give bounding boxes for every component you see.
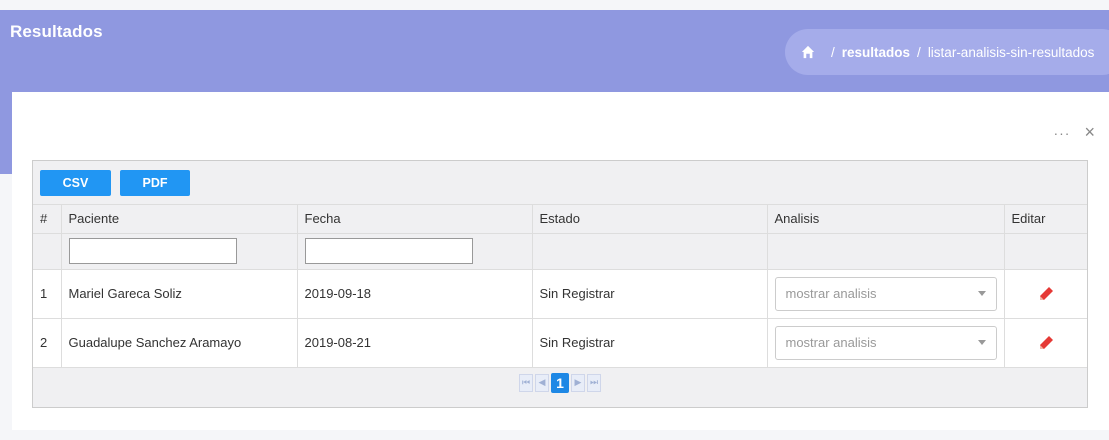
column-header-editar[interactable]: Editar [1004,205,1087,234]
paciente-filter-input[interactable] [68,238,237,264]
pdf-button[interactable]: PDF [120,169,190,196]
fecha-cell: 2019-08-21 [297,318,533,368]
filter-cell-empty [767,233,1005,270]
results-card: ··· × CSV PDF # Paciente Fecha Estado An… [12,92,1109,430]
estado-cell: Sin Registrar [532,318,768,368]
filter-cell-fecha [297,233,533,270]
current-page-button[interactable]: 1 [551,372,569,393]
breadcrumb-separator: / [917,44,921,60]
first-page-icon[interactable]: ⏮ [519,373,533,392]
edit-cell [1004,318,1087,368]
filter-cell-empty [1004,233,1087,270]
results-grid: CSV PDF # Paciente Fecha Estado Analisis… [32,160,1088,408]
csv-button[interactable]: CSV [40,169,111,196]
analisis-select[interactable]: mostrar analisis [774,276,997,311]
chevron-down-icon [977,291,986,296]
close-icon[interactable]: × [1084,122,1095,143]
filter-row [33,233,1087,270]
estado-cell: Sin Registrar [532,269,768,319]
breadcrumb-separator: / [831,44,835,60]
breadcrumb-current: listar-analisis-sin-resultados [927,44,1095,60]
analisis-select-placeholder: mostrar analisis [785,286,877,301]
analisis-select-placeholder: mostrar analisis [785,335,877,350]
results-table: # Paciente Fecha Estado Analisis Editar [33,205,1087,368]
breadcrumb: / resultados / listar-analisis-sin-resul… [785,29,1109,75]
analisis-cell: mostrar analisis [767,269,1005,319]
table-header-row: # Paciente Fecha Estado Analisis Editar [33,205,1087,234]
prev-page-icon[interactable]: ◀ [535,373,549,392]
breadcrumb-resultados[interactable]: resultados [842,45,910,60]
next-page-icon[interactable]: ▶ [571,373,585,392]
card-tools: ··· × [1053,122,1095,143]
column-header-analisis[interactable]: Analisis [767,205,1005,234]
table-row: 1 Mariel Gareca Soliz 2019-09-18 Sin Reg… [33,269,1087,319]
filter-cell-empty [532,233,768,270]
row-number: 1 [33,269,62,319]
paciente-cell: Mariel Gareca Soliz [61,269,298,319]
chevron-down-icon [977,340,986,345]
filter-cell-paciente [61,233,298,270]
last-page-icon[interactable]: ⏭ [587,373,601,392]
edit-pencil-icon[interactable] [1038,286,1054,302]
table-row: 2 Guadalupe Sanchez Aramayo 2019-08-21 S… [33,318,1087,368]
row-number: 2 [33,318,62,368]
analisis-cell: mostrar analisis [767,318,1005,368]
grid-toolbar: CSV PDF [33,161,1087,205]
home-icon[interactable] [801,45,815,59]
column-header-estado[interactable]: Estado [532,205,768,234]
paciente-cell: Guadalupe Sanchez Aramayo [61,318,298,368]
analisis-select[interactable]: mostrar analisis [774,325,997,360]
fecha-filter-input[interactable] [304,238,473,264]
edit-cell [1004,269,1087,319]
column-header-fecha[interactable]: Fecha [297,205,533,234]
filter-cell-empty [33,233,62,270]
column-header-paciente[interactable]: Paciente [61,205,298,234]
more-icon[interactable]: ··· [1053,125,1070,141]
page-title: Resultados [10,22,103,41]
pagination: ⏮ ◀ 1 ▶ ⏭ [33,367,1087,398]
edit-pencil-icon[interactable] [1038,335,1054,351]
column-header-number[interactable]: # [33,205,62,234]
fecha-cell: 2019-09-18 [297,269,533,319]
